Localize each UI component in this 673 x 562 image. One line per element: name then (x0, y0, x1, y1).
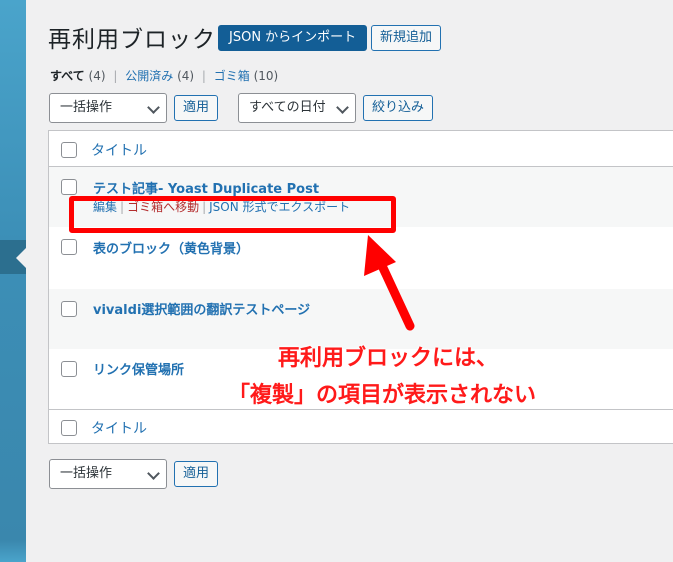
table-row: 表のブロック（黄色背景） (49, 227, 673, 289)
add-new-button[interactable]: 新規追加 (371, 25, 442, 51)
chevron-down-icon (147, 467, 160, 480)
filter-button[interactable]: 絞り込み (363, 95, 434, 121)
row-title-link[interactable]: テスト記事- Yoast Duplicate Post (93, 178, 319, 197)
row-title-link[interactable]: vivaldi選択範囲の翻訳テストページ (93, 299, 310, 318)
apply-button-top[interactable]: 適用 (174, 95, 219, 121)
row-checkbox[interactable] (61, 179, 77, 195)
chevron-down-icon (147, 101, 160, 114)
annotation-text-line2: 「複製」の項目が表示されない (228, 383, 537, 408)
bulk-action-value: 一括操作 (60, 100, 113, 115)
page-title: 再利用ブロック (48, 27, 216, 53)
admin-sidebar (0, 0, 26, 562)
select-all-checkbox[interactable] (61, 142, 77, 158)
row-checkbox[interactable] (61, 361, 77, 377)
row-checkbox[interactable] (61, 301, 77, 317)
view-filters: すべて (4) | 公開済み (4) | ゴミ箱 (10) (50, 67, 278, 84)
select-all-checkbox-footer[interactable] (61, 420, 77, 436)
import-json-button[interactable]: JSON からインポート (218, 25, 368, 51)
view-published-link[interactable]: 公開済み (125, 69, 173, 83)
sidebar-current-indicator (16, 248, 26, 268)
view-all-count: (4) (88, 69, 106, 83)
annotation-highlight-box (69, 196, 396, 233)
bulk-action-value: 一括操作 (60, 466, 113, 481)
apply-button-bottom[interactable]: 適用 (174, 461, 219, 487)
date-filter-select[interactable]: すべての日付 (238, 93, 356, 123)
view-separator: | (113, 69, 118, 83)
view-trash-link[interactable]: ゴミ箱 (214, 69, 250, 83)
view-all-link[interactable]: すべて (50, 69, 85, 83)
table-header: タイトル (49, 131, 673, 167)
view-trash-count: (10) (253, 69, 279, 83)
bulk-action-select-bottom[interactable]: 一括操作 (49, 459, 167, 489)
chevron-down-icon (336, 101, 349, 114)
row-title-link[interactable]: リンク保管場所 (93, 359, 184, 378)
row-checkbox[interactable] (61, 239, 77, 255)
column-title-footer[interactable]: タイトル (91, 418, 147, 438)
view-published-count: (4) (177, 69, 195, 83)
annotation-text-line1: 再利用ブロックには、 (278, 346, 499, 371)
view-separator: | (201, 69, 206, 83)
date-filter-value: すべての日付 (249, 100, 326, 115)
bulk-action-select-top[interactable]: 一括操作 (49, 93, 167, 123)
column-title-header[interactable]: タイトル (91, 140, 147, 160)
row-title-link[interactable]: 表のブロック（黄色背景） (93, 238, 249, 257)
table-footer: タイトル (49, 409, 673, 443)
